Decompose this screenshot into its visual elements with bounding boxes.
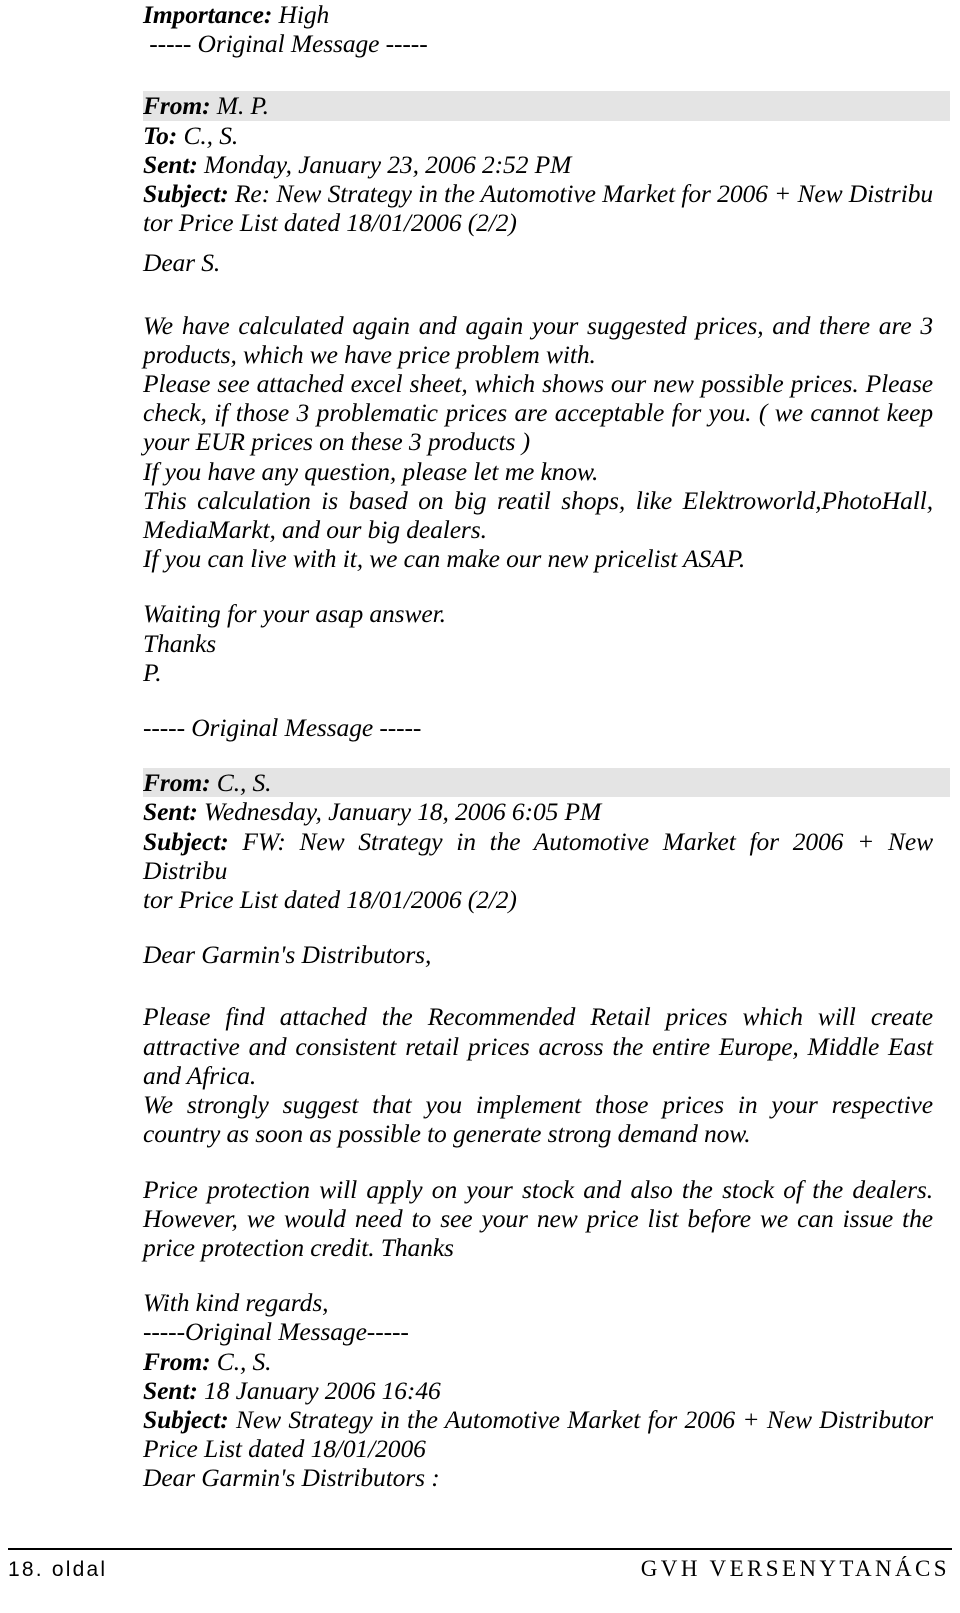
email1-greeting: Dear S. bbox=[143, 248, 221, 278]
subject-value: Re: New Strategy in the Automotive Marke… bbox=[234, 179, 933, 209]
publisher-name: GVH VERSENYTANÁCS bbox=[640, 1556, 950, 1581]
email3-from-line: From: C., S. bbox=[143, 1347, 933, 1376]
email2-greeting: Dear Garmin's Distributors, bbox=[143, 940, 432, 970]
email1-subject-line: Subject: Re: New Strategy in the Automot… bbox=[143, 179, 933, 208]
email1-paragraph-1: We have calculated again and again your … bbox=[143, 310, 933, 369]
email1-paragraph-2-line2: your EUR prices on these 3 products ) bbox=[143, 427, 530, 457]
email3-sent-line: Sent: 18 January 2006 16:46 bbox=[143, 1376, 933, 1405]
to-value: C., S. bbox=[183, 120, 239, 150]
email1-paragraph-2-line1: Please see attached excel sheet, which s… bbox=[143, 369, 933, 428]
from-value: C., S. bbox=[216, 768, 272, 798]
footer-divider bbox=[8, 1548, 952, 1550]
from-label: From: bbox=[143, 768, 211, 798]
email1-closing-1: Waiting for your asap answer. bbox=[143, 599, 446, 629]
email1-paragraph-4: This calculation is based on big reatil … bbox=[143, 485, 933, 545]
sent-value: Wednesday, January 18, 2006 6:05 PM bbox=[204, 797, 602, 827]
document-page: Importance: High ----- Original Message … bbox=[0, 0, 960, 1613]
original-message-divider-2: ----- Original Message ----- bbox=[143, 713, 422, 743]
subject-label: Subject: bbox=[143, 179, 229, 209]
from-label: From: bbox=[143, 91, 211, 121]
subject-value: FW: New Strategy in the Automotive Marke… bbox=[143, 826, 933, 885]
sent-value: Monday, January 23, 2006 2:52 PM bbox=[204, 149, 572, 179]
email1-subject-wrap: tor Price List dated 18/01/2006 (2/2) bbox=[143, 208, 517, 238]
email1-from-line: From: M. P. bbox=[143, 91, 950, 121]
from-label: From: bbox=[143, 1346, 211, 1376]
email2-paragraph-3: Price protection will apply on your stoc… bbox=[143, 1174, 933, 1262]
importance-value: High bbox=[278, 0, 330, 29]
sent-label: Sent: bbox=[143, 1375, 198, 1405]
email2-subject-line: Subject: FW: New Strategy in the Automot… bbox=[143, 827, 933, 885]
sent-value: 18 January 2006 16:46 bbox=[204, 1375, 441, 1405]
email2-from-line: From: C., S. bbox=[143, 768, 950, 798]
subject-value: New Strategy in the Automotive Market fo… bbox=[236, 1404, 933, 1434]
importance-line: Importance: High bbox=[143, 0, 933, 29]
email3-subject-wrap: Price List dated 18/01/2006 bbox=[143, 1434, 426, 1464]
email1-to-line: To: C., S. bbox=[143, 121, 933, 150]
email2-closing: With kind regards, bbox=[143, 1288, 329, 1318]
email1-closing-3: P. bbox=[143, 657, 162, 687]
email1-paragraph-3: If you have any question, please let me … bbox=[143, 456, 599, 486]
original-message-divider-3: -----Original Message----- bbox=[143, 1317, 409, 1347]
email2-sent-line: Sent: Wednesday, January 18, 2006 6:05 P… bbox=[143, 797, 933, 826]
subject-label: Subject: bbox=[143, 1404, 229, 1434]
email3-subject-line: Subject: New Strategy in the Automotive … bbox=[143, 1405, 933, 1434]
from-value: C., S. bbox=[216, 1346, 272, 1376]
page-number: 18. oldal bbox=[8, 1558, 108, 1581]
email1-paragraph-5: If you can live with it, we can make our… bbox=[143, 544, 746, 574]
email1-sent-line: Sent: Monday, January 23, 2006 2:52 PM bbox=[143, 150, 933, 179]
sent-label: Sent: bbox=[143, 797, 198, 827]
from-value: M. P. bbox=[216, 91, 269, 121]
email3-greeting: Dear Garmin's Distributors : bbox=[143, 1463, 440, 1493]
subject-label: Subject: bbox=[143, 826, 229, 856]
sent-label: Sent: bbox=[143, 149, 198, 179]
importance-label: Importance: bbox=[143, 0, 273, 29]
email2-paragraph-1: Please find attached the Recommended Ret… bbox=[143, 1002, 933, 1090]
email2-subject-wrap: tor Price List dated 18/01/2006 (2/2) bbox=[143, 885, 517, 915]
document-body: Importance: High ----- Original Message … bbox=[143, 0, 950, 1493]
original-message-divider-1: ----- Original Message ----- bbox=[149, 29, 428, 59]
to-label: To: bbox=[143, 120, 178, 150]
email2-paragraph-2: We strongly suggest that you implement t… bbox=[143, 1090, 933, 1149]
email1-closing-2: Thanks bbox=[143, 628, 217, 658]
